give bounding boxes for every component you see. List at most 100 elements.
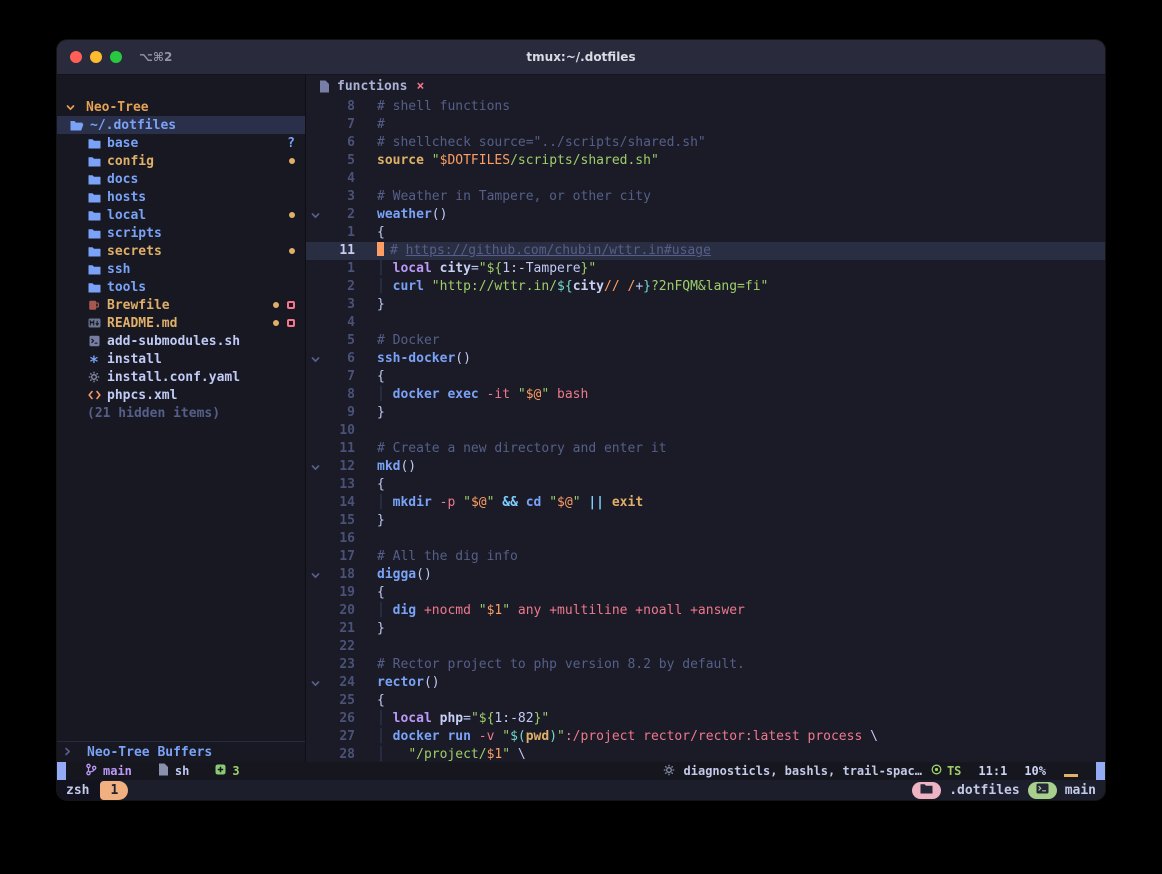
line-number: 8 [325, 386, 355, 404]
code-line[interactable]: 21} [306, 620, 1105, 638]
line-number: 21 [325, 620, 355, 638]
line-number: 5 [325, 332, 355, 350]
tmux-pane-pill[interactable] [1028, 782, 1057, 799]
code-line[interactable]: 10 [306, 422, 1105, 440]
code-line[interactable]: 3# Weather in Tampere, or other city [306, 188, 1105, 206]
tmux-session-pill[interactable] [912, 782, 941, 799]
code-line[interactable]: 13{ [306, 476, 1105, 494]
code-line[interactable]: 7# [306, 116, 1105, 134]
code-line[interactable]: 28│ "/project/$1" \ [306, 746, 1105, 762]
code-token: $1 [487, 747, 503, 762]
neo-tree-buffers-header[interactable]: Neo-Tree Buffers [57, 741, 305, 762]
close-window-button[interactable] [70, 51, 82, 63]
tab-close-icon[interactable]: × [416, 79, 424, 94]
git-modified-dot-icon [273, 302, 279, 308]
sidebar-item-ssh[interactable]: ssh [57, 260, 305, 278]
lsp-gear-icon [663, 764, 675, 779]
sidebar-item-root[interactable]: ~/.dotfiles [57, 116, 305, 134]
neo-tree-title: Neo-Tree [86, 100, 149, 115]
code-line[interactable]: 15} [306, 512, 1105, 530]
code-line[interactable]: 5source "$DOTFILES/scripts/shared.sh" [306, 152, 1105, 170]
code-line[interactable]: 11# Create a new directory and enter it [306, 440, 1105, 458]
minimize-window-button[interactable] [90, 51, 102, 63]
sidebar-item-secrets[interactable]: secrets [57, 242, 305, 260]
sidebar-item-base[interactable]: base? [57, 134, 305, 152]
code-line[interactable]: 8# shell functions [306, 98, 1105, 116]
code-text: # shellcheck source="../scripts/shared.s… [355, 134, 706, 152]
code-line[interactable]: 6# shellcheck source="../scripts/shared.… [306, 134, 1105, 152]
sidebar-item-readme.md[interactable]: README.md [57, 314, 305, 332]
code-token: exit [612, 495, 643, 510]
code-text: { [355, 368, 385, 386]
code-line[interactable]: 3} [306, 296, 1105, 314]
sidebar-item--21-hidden-items-[interactable]: (21 hidden items) [57, 404, 305, 422]
code-line[interactable]: 23# Rector project to php version 8.2 by… [306, 656, 1105, 674]
code-line[interactable]: 1│ local city="${1:-Tampere}" [306, 260, 1105, 278]
code-line[interactable]: 27│ docker run -v "$(pwd)":/project rect… [306, 728, 1105, 746]
code-token: ) [549, 729, 557, 744]
sidebar-item-install[interactable]: *install [57, 350, 305, 368]
code-line[interactable]: 2weather() [306, 206, 1105, 224]
tmux-window-label: zsh [66, 783, 89, 798]
line-number: 1 [325, 224, 355, 242]
code-area[interactable]: 8# shell functions7#6# shellcheck source… [306, 98, 1105, 762]
sidebar-item-config[interactable]: config [57, 152, 305, 170]
code-text: ssh-docker() [355, 350, 471, 368]
code-line[interactable]: 11# https://github.com/chubin/wttr.in#us… [306, 242, 1105, 260]
code-line[interactable]: 19{ [306, 584, 1105, 602]
code-text: │ local city="${1:-Tampere}" [355, 260, 596, 278]
code-token: " [502, 747, 518, 762]
code-line[interactable]: 17# All the dig info [306, 548, 1105, 566]
code-line[interactable]: 26│ local php="${1:-82}" [306, 710, 1105, 728]
fold-chevron-icon[interactable] [306, 571, 325, 580]
tmux-window-name[interactable]: zsh [57, 780, 100, 800]
fold-chevron-icon[interactable] [306, 355, 325, 364]
tmux-window-index-badge[interactable]: 1 [100, 781, 128, 800]
code-line[interactable]: 4 [306, 170, 1105, 188]
code-line[interactable]: 4 [306, 314, 1105, 332]
sidebar-item-brewfile[interactable]: Brewfile [57, 296, 305, 314]
code-line[interactable]: 1{ [306, 224, 1105, 242]
code-line[interactable]: 22 [306, 638, 1105, 656]
fold-chevron-icon[interactable] [306, 679, 325, 688]
code-token: any +multiline +noall +answer [518, 603, 745, 618]
code-line[interactable]: 20│ dig +nocmd "$1" any +multiline +noal… [306, 602, 1105, 620]
line-number: 10 [325, 422, 355, 440]
sidebar-item-scripts[interactable]: scripts [57, 224, 305, 242]
line-number: 2 [325, 278, 355, 296]
code-line[interactable]: 18digga() [306, 566, 1105, 584]
code-token: digga [377, 567, 416, 582]
code-line[interactable]: 5# Docker [306, 332, 1105, 350]
code-line[interactable]: 12mkd() [306, 458, 1105, 476]
fold-chevron-icon[interactable] [306, 463, 325, 472]
sidebar-item-local[interactable]: local [57, 206, 305, 224]
fold-chevron-icon[interactable] [306, 211, 325, 220]
item-badges [273, 301, 295, 309]
maximize-window-button[interactable] [110, 51, 122, 63]
code-token: https://github.com/chubin/wttr.in#usage [406, 243, 711, 258]
code-line[interactable]: 24rector() [306, 674, 1105, 692]
beer-mug-icon [87, 299, 101, 311]
sidebar-item-phpcs.xml[interactable]: phpcs.xml [57, 386, 305, 404]
titlebar[interactable]: ⌥⌘2 tmux:~/.dotfiles [57, 40, 1105, 75]
line-number: 13 [325, 476, 355, 494]
statusline: main sh 3 diagnosticls, bashls, trail-sp… [57, 762, 1105, 780]
code-line[interactable]: 6ssh-docker() [306, 350, 1105, 368]
neo-tree-header[interactable]: Neo-Tree [57, 98, 305, 116]
tab-functions[interactable]: functions [337, 79, 407, 94]
code-line[interactable]: 9} [306, 404, 1105, 422]
code-line[interactable]: 8│ docker exec -it "$@" bash [306, 386, 1105, 404]
sidebar-item-docs[interactable]: docs [57, 170, 305, 188]
code-line[interactable]: 14│ mkdir -p "$@" && cd "$@" || exit [306, 494, 1105, 512]
code-line[interactable]: 2│ curl "http://wttr.in/${city// /+}?2nF… [306, 278, 1105, 296]
code-line[interactable]: 16 [306, 530, 1105, 548]
code-line[interactable]: 7{ [306, 368, 1105, 386]
sidebar-item-hosts[interactable]: hosts [57, 188, 305, 206]
sidebar-item-add-submodules.sh[interactable]: add-submodules.sh [57, 332, 305, 350]
sidebar-item-tools[interactable]: tools [57, 278, 305, 296]
code-token: " [557, 729, 565, 744]
code-token: ?2nFQM&lang=fi" [651, 279, 768, 294]
code-text: │ curl "http://wttr.in/${city// /+}?2nFQ… [355, 278, 768, 296]
code-text: } [355, 620, 385, 638]
code-line[interactable]: 25{ [306, 692, 1105, 710]
